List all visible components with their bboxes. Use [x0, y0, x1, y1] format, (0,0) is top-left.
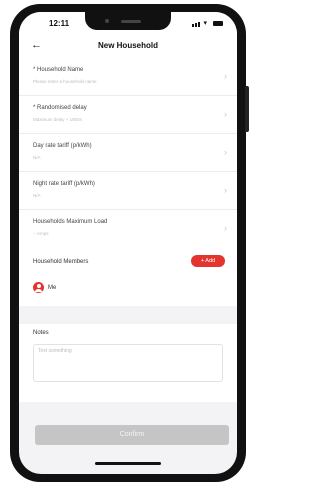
confirm-button[interactable]: Confirm [35, 425, 229, 445]
status-icons: ▾ [191, 19, 223, 27]
speaker-icon [121, 20, 141, 23]
field-randomised-delay[interactable]: * Randomised delay Maximum delay + 1800s… [19, 96, 237, 134]
field-label: Day rate tariff (p/kWh) [33, 143, 92, 149]
page-title: New Household [97, 41, 158, 50]
field-household-name[interactable]: * Household Name Please enter a househol… [19, 58, 237, 96]
chevron-right-icon: › [224, 185, 227, 195]
field-placeholder: Maximum delay + 1800s [33, 117, 82, 122]
app-screen: 12:11 ▾ ← New Household * Household Name… [19, 12, 237, 474]
notes-section: Notes Text something [19, 324, 237, 402]
field-placeholder: N/A [33, 193, 41, 198]
chevron-right-icon: › [224, 147, 227, 157]
chevron-right-icon: › [224, 223, 227, 233]
chevron-right-icon: › [224, 71, 227, 81]
field-placeholder: N/A [33, 155, 41, 160]
field-label: * Household Name [33, 67, 84, 73]
field-night-rate-tariff[interactable]: Night rate tariff (p/kWh) N/A › [19, 172, 237, 210]
field-label: Night rate tariff (p/kWh) [33, 181, 95, 187]
user-avatar-icon [33, 282, 44, 293]
field-day-rate-tariff[interactable]: Day rate tariff (p/kWh) N/A › [19, 134, 237, 172]
member-name: Me [48, 285, 57, 291]
home-indicator [95, 462, 161, 465]
chevron-right-icon: › [224, 109, 227, 119]
field-placeholder: Please enter a household name [33, 79, 97, 84]
notes-placeholder: Text something [38, 348, 72, 354]
battery-icon [213, 20, 223, 26]
add-member-button[interactable]: + Add [191, 255, 225, 267]
notes-textarea[interactable]: Text something [33, 344, 223, 382]
notes-title: Notes [33, 330, 49, 336]
wifi-icon: ▾ [203, 20, 209, 27]
nav-bar: ← New Household [19, 34, 237, 58]
signal-icon [191, 20, 201, 27]
status-bar: 12:11 ▾ [19, 12, 237, 34]
household-form: * Household Name Please enter a househol… [19, 58, 237, 248]
field-label: Households Maximum Load [33, 219, 108, 225]
field-label: * Randomised delay [33, 105, 87, 111]
household-members-section: Household Members + Add Me [19, 246, 237, 306]
members-title: Household Members [33, 259, 89, 265]
phone-side-button [245, 86, 249, 132]
field-placeholder: -- Amps [33, 231, 49, 236]
camera-icon [105, 19, 109, 23]
status-time: 12:11 [49, 19, 70, 28]
field-max-load[interactable]: Households Maximum Load -- Amps › [19, 210, 237, 248]
